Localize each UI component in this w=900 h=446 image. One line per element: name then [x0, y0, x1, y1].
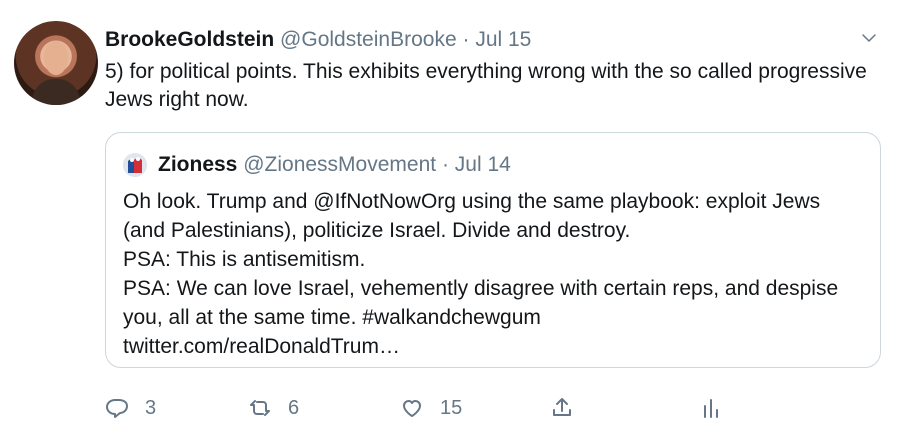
- quoted-line-2: PSA: This is antisemitism.: [123, 248, 366, 271]
- like-button[interactable]: 15: [400, 392, 462, 424]
- tweet-actions: 3 6 15: [103, 392, 863, 424]
- quoted-display-name[interactable]: Zioness: [158, 153, 237, 176]
- quoted-date[interactable]: Jul 14: [455, 153, 511, 176]
- separator: ·: [462, 28, 470, 51]
- share-button[interactable]: [550, 392, 574, 424]
- quoted-header: Zioness @ZionessMovement · Jul 14: [158, 153, 511, 177]
- chevron-down-icon[interactable]: [860, 29, 878, 47]
- tweet-text: 5) for political points. This exhibits e…: [105, 60, 867, 111]
- quoted-line-1: Oh look. Trump and @IfNotNowOrg using th…: [123, 190, 821, 242]
- avatar-face: [44, 41, 68, 75]
- reply-count: 3: [145, 396, 157, 419]
- quoted-text: Oh look. Trump and @IfNotNowOrg using th…: [123, 187, 863, 361]
- tweet-date[interactable]: Jul 15: [475, 28, 531, 51]
- handle[interactable]: @GoldsteinBrooke: [280, 28, 457, 51]
- share-icon: [553, 398, 571, 416]
- retweet-count: 6: [288, 396, 300, 419]
- zioness-logo-icon: [123, 153, 147, 177]
- quoted-avatar: [123, 153, 147, 177]
- retweet-icon: [250, 400, 270, 416]
- reply-button[interactable]: 3: [105, 392, 156, 424]
- avatar[interactable]: [14, 21, 98, 105]
- quoted-line-3: PSA: We can love Israel, vehemently disa…: [123, 277, 839, 329]
- quoted-separator: ·: [441, 153, 449, 176]
- reply-icon: [106, 399, 128, 418]
- quoted-link[interactable]: twitter.com/realDonaldTrum…: [123, 332, 863, 361]
- like-icon: [403, 400, 421, 417]
- retweet-button[interactable]: 6: [248, 392, 299, 424]
- display-name[interactable]: BrookeGoldstein: [105, 28, 274, 51]
- quoted-handle[interactable]: @ZionessMovement: [243, 153, 436, 176]
- quoted-tweet[interactable]: Zioness @ZionessMovement · Jul 14 Oh loo…: [105, 132, 881, 368]
- analytics-button[interactable]: [699, 392, 723, 424]
- analytics-icon: [704, 399, 718, 418]
- tweet[interactable]: BrookeGoldstein @GoldsteinBrooke · Jul 1…: [0, 0, 900, 446]
- avatar-shoulders: [32, 79, 80, 105]
- like-count: 15: [440, 396, 463, 419]
- tweet-header: BrookeGoldstein @GoldsteinBrooke · Jul 1…: [105, 27, 531, 53]
